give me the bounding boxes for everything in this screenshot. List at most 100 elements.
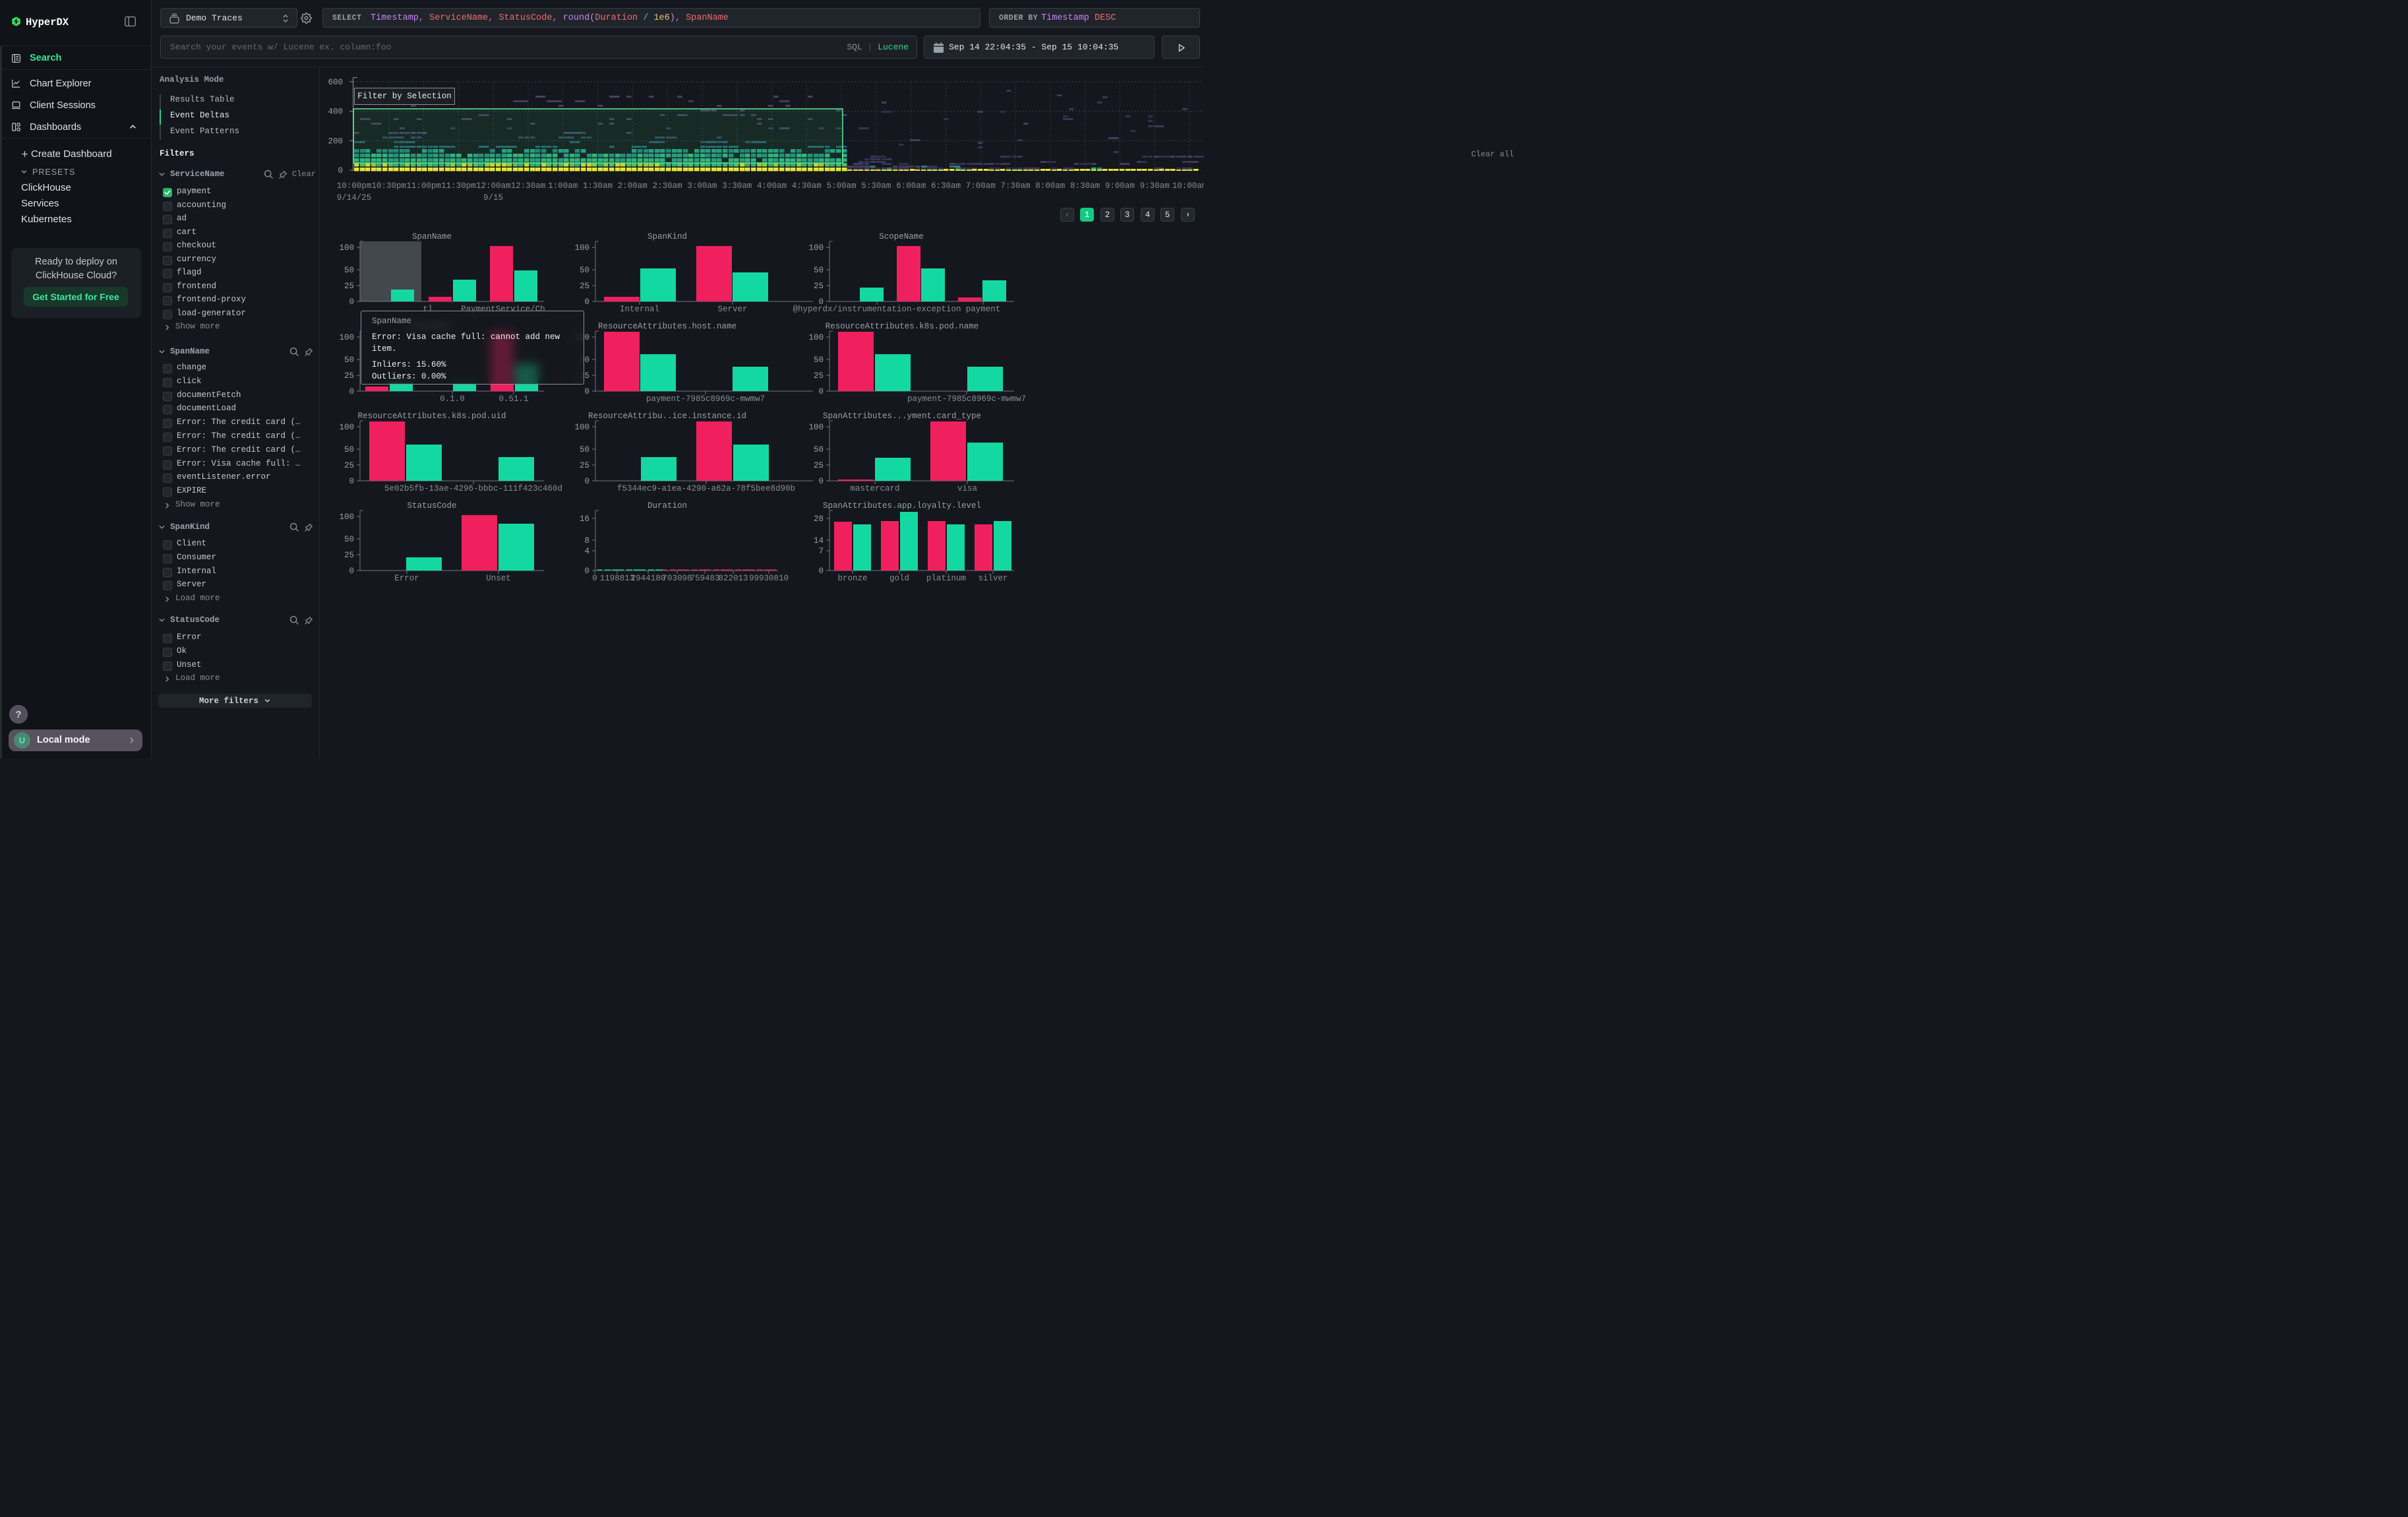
svg-text:100: 100 xyxy=(339,512,354,522)
svg-text:ResourceAttribu..ice.instance.: ResourceAttribu..ice.instance.id xyxy=(588,412,746,421)
svg-text:Error: Error xyxy=(394,574,419,583)
svg-text:7:00am: 7:00am xyxy=(966,181,996,191)
svg-text:payment: payment xyxy=(966,305,1001,314)
svg-text:10:00pm: 10:00pm xyxy=(337,181,372,191)
svg-text:ResourceAttributes.k8s.pod.uid: ResourceAttributes.k8s.pod.uid xyxy=(357,412,506,421)
svg-text:50: 50 xyxy=(814,356,824,365)
svg-text:platinum: platinum xyxy=(926,574,966,583)
svg-text:StatusCode: StatusCode xyxy=(407,501,456,511)
svg-text:9/15: 9/15 xyxy=(483,193,503,202)
svg-text:0: 0 xyxy=(584,297,589,307)
svg-text:ResourceAttributes.k8s.pod.nam: ResourceAttributes.k8s.pod.name xyxy=(826,322,979,331)
svg-text:99930810: 99930810 xyxy=(749,574,789,583)
svg-text:3:00am: 3:00am xyxy=(687,181,717,191)
svg-text:5e02b5fb-13ae-4296-bbbc-111f42: 5e02b5fb-13ae-4296-bbbc-111f423c460d xyxy=(384,484,562,493)
svg-text:25: 25 xyxy=(814,461,824,470)
svg-text:gold: gold xyxy=(889,574,909,583)
svg-text:0: 0 xyxy=(349,567,354,576)
svg-text:11:30pm: 11:30pm xyxy=(441,181,476,191)
svg-text:0: 0 xyxy=(338,166,343,175)
svg-text:9:00am: 9:00am xyxy=(1105,181,1135,191)
svg-text:bronze: bronze xyxy=(837,574,867,583)
svg-text:0: 0 xyxy=(584,567,589,576)
svg-text:50: 50 xyxy=(580,445,589,454)
svg-text:0: 0 xyxy=(349,387,354,396)
svg-text:100: 100 xyxy=(339,243,354,253)
svg-text:Internal: Internal xyxy=(620,305,659,314)
svg-text:822013: 822013 xyxy=(718,574,748,583)
svg-text:4:30am: 4:30am xyxy=(792,181,822,191)
svg-text:50: 50 xyxy=(814,266,824,275)
svg-text:100: 100 xyxy=(808,243,824,253)
svg-text:400: 400 xyxy=(328,108,343,117)
svg-text:2944180: 2944180 xyxy=(631,574,666,583)
svg-text:6:30am: 6:30am xyxy=(931,181,961,191)
svg-text:25: 25 xyxy=(344,551,354,560)
svg-text:4: 4 xyxy=(584,547,589,556)
svg-text:600: 600 xyxy=(328,78,343,87)
svg-text:f5344ec9-a1ea-4290-a62a-78f5be: f5344ec9-a1ea-4290-a62a-78f5bee8d90b xyxy=(617,484,795,493)
svg-text:100: 100 xyxy=(808,333,824,342)
svg-text:ResourceAttributes.host.name: ResourceAttributes.host.name xyxy=(598,322,737,331)
svg-text:0: 0 xyxy=(818,387,824,396)
svg-text:7: 7 xyxy=(818,547,824,556)
svg-text:2:00am: 2:00am xyxy=(618,181,647,191)
svg-text:payment-7985c8969c-mwmw7: payment-7985c8969c-mwmw7 xyxy=(907,394,1026,404)
svg-text:7:30am: 7:30am xyxy=(1000,181,1030,191)
svg-text:25: 25 xyxy=(344,371,354,381)
svg-text:50: 50 xyxy=(344,445,354,454)
svg-text:3:30am: 3:30am xyxy=(722,181,752,191)
svg-text:Duration: Duration xyxy=(647,501,687,511)
svg-text:14: 14 xyxy=(814,536,824,545)
svg-text:0.1.0: 0.1.0 xyxy=(440,394,465,404)
svg-text:payment-7985c8969c-mwmw7: payment-7985c8969c-mwmw7 xyxy=(646,394,765,404)
svg-text:25: 25 xyxy=(814,282,824,291)
svg-text:100: 100 xyxy=(339,423,354,432)
svg-text:0: 0 xyxy=(349,477,354,486)
svg-text:8:00am: 8:00am xyxy=(1035,181,1065,191)
svg-text:8:30am: 8:30am xyxy=(1070,181,1100,191)
svg-text:200: 200 xyxy=(328,137,343,146)
svg-text:0: 0 xyxy=(818,567,824,576)
svg-text:SpanAttributes.app.loyalty.lev: SpanAttributes.app.loyalty.level xyxy=(823,501,981,511)
svg-text:4:00am: 4:00am xyxy=(757,181,787,191)
svg-text:50: 50 xyxy=(344,266,354,275)
svg-text:1198813: 1198813 xyxy=(600,574,635,583)
svg-text:1:00am: 1:00am xyxy=(548,181,578,191)
svg-text:Unset: Unset xyxy=(486,574,511,583)
svg-text:25: 25 xyxy=(580,461,589,470)
svg-text:5:30am: 5:30am xyxy=(861,181,891,191)
svg-text:0: 0 xyxy=(818,477,824,486)
svg-text:2:30am: 2:30am xyxy=(653,181,682,191)
svg-text:759483: 759483 xyxy=(690,574,719,583)
svg-text:Server: Server xyxy=(717,305,747,314)
svg-text:10:30pm: 10:30pm xyxy=(372,181,407,191)
svg-text:25: 25 xyxy=(580,282,589,291)
svg-text:9/14/25: 9/14/25 xyxy=(337,193,372,202)
svg-text:5:00am: 5:00am xyxy=(827,181,857,191)
svg-text:703098: 703098 xyxy=(662,574,692,583)
svg-text:12:30am: 12:30am xyxy=(511,181,546,191)
svg-text:8: 8 xyxy=(584,536,589,545)
svg-text:50: 50 xyxy=(814,445,824,454)
svg-text:0.51.1: 0.51.1 xyxy=(498,394,528,404)
svg-text:100: 100 xyxy=(574,243,589,253)
svg-text:SpanName: SpanName xyxy=(412,232,452,241)
svg-text:50: 50 xyxy=(344,535,354,544)
svg-text:28: 28 xyxy=(814,514,824,524)
svg-text:1:30am: 1:30am xyxy=(583,181,613,191)
svg-text:50: 50 xyxy=(580,266,589,275)
svg-text:11:00pm: 11:00pm xyxy=(406,181,441,191)
svg-text:silver: silver xyxy=(978,574,1008,583)
svg-text:@hyperdx/instrumentation-excep: @hyperdx/instrumentation-exception xyxy=(793,305,961,314)
svg-text:100: 100 xyxy=(574,423,589,432)
svg-text:9:30am: 9:30am xyxy=(1140,181,1170,191)
svg-text:10:00am: 10:00am xyxy=(1172,181,1204,191)
svg-text:12:00am: 12:00am xyxy=(476,181,511,191)
svg-text:SpanKind: SpanKind xyxy=(647,232,687,241)
svg-text:0: 0 xyxy=(349,297,354,307)
svg-text:0: 0 xyxy=(584,477,589,486)
svg-text:mastercard: mastercard xyxy=(850,484,899,493)
svg-text:0: 0 xyxy=(592,574,597,583)
svg-text:6:00am: 6:00am xyxy=(896,181,926,191)
